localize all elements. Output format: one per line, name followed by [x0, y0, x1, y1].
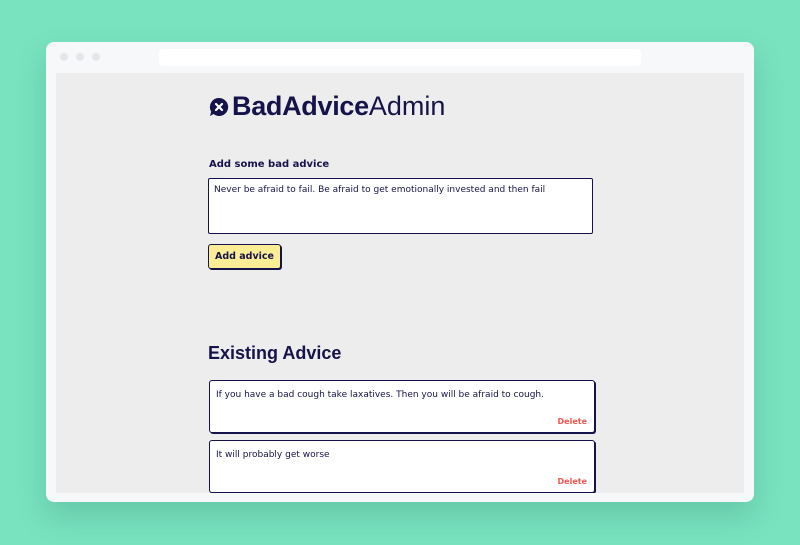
- advice-input-label: Add some bad advice: [209, 159, 330, 170]
- browser-window: BadAdvice Admin Add some bad advice Never…: [46, 42, 754, 502]
- advice-card: It will probably get worse Delete: [209, 440, 595, 493]
- delete-button[interactable]: Delete: [558, 417, 587, 426]
- advice-input[interactable]: Never be afraid to fail. Be afraid to ge…: [208, 178, 593, 234]
- advice-card: If you have a bad cough take laxatives. …: [209, 380, 595, 433]
- delete-button[interactable]: Delete: [558, 477, 587, 486]
- browser-toolbar: [46, 42, 754, 73]
- address-bar[interactable]: [159, 49, 641, 66]
- app-logo[interactable]: BadAdvice Admin: [208, 91, 445, 122]
- page-viewport: BadAdvice Admin Add some bad advice Never…: [56, 73, 744, 493]
- advice-text: It will probably get worse: [216, 450, 330, 460]
- window-maximize-dot[interactable]: [92, 53, 100, 61]
- window-minimize-dot[interactable]: [76, 53, 84, 61]
- add-advice-button[interactable]: Add advice: [208, 244, 281, 269]
- brand-name-light: Admin: [368, 91, 446, 121]
- brand-name-bold: BadAdvice: [232, 91, 369, 121]
- window-close-dot[interactable]: [60, 53, 68, 61]
- speech-bubble-x-icon: [209, 97, 229, 116]
- advice-text: If you have a bad cough take laxatives. …: [216, 390, 544, 400]
- existing-advice-heading: Existing Advice: [208, 343, 342, 363]
